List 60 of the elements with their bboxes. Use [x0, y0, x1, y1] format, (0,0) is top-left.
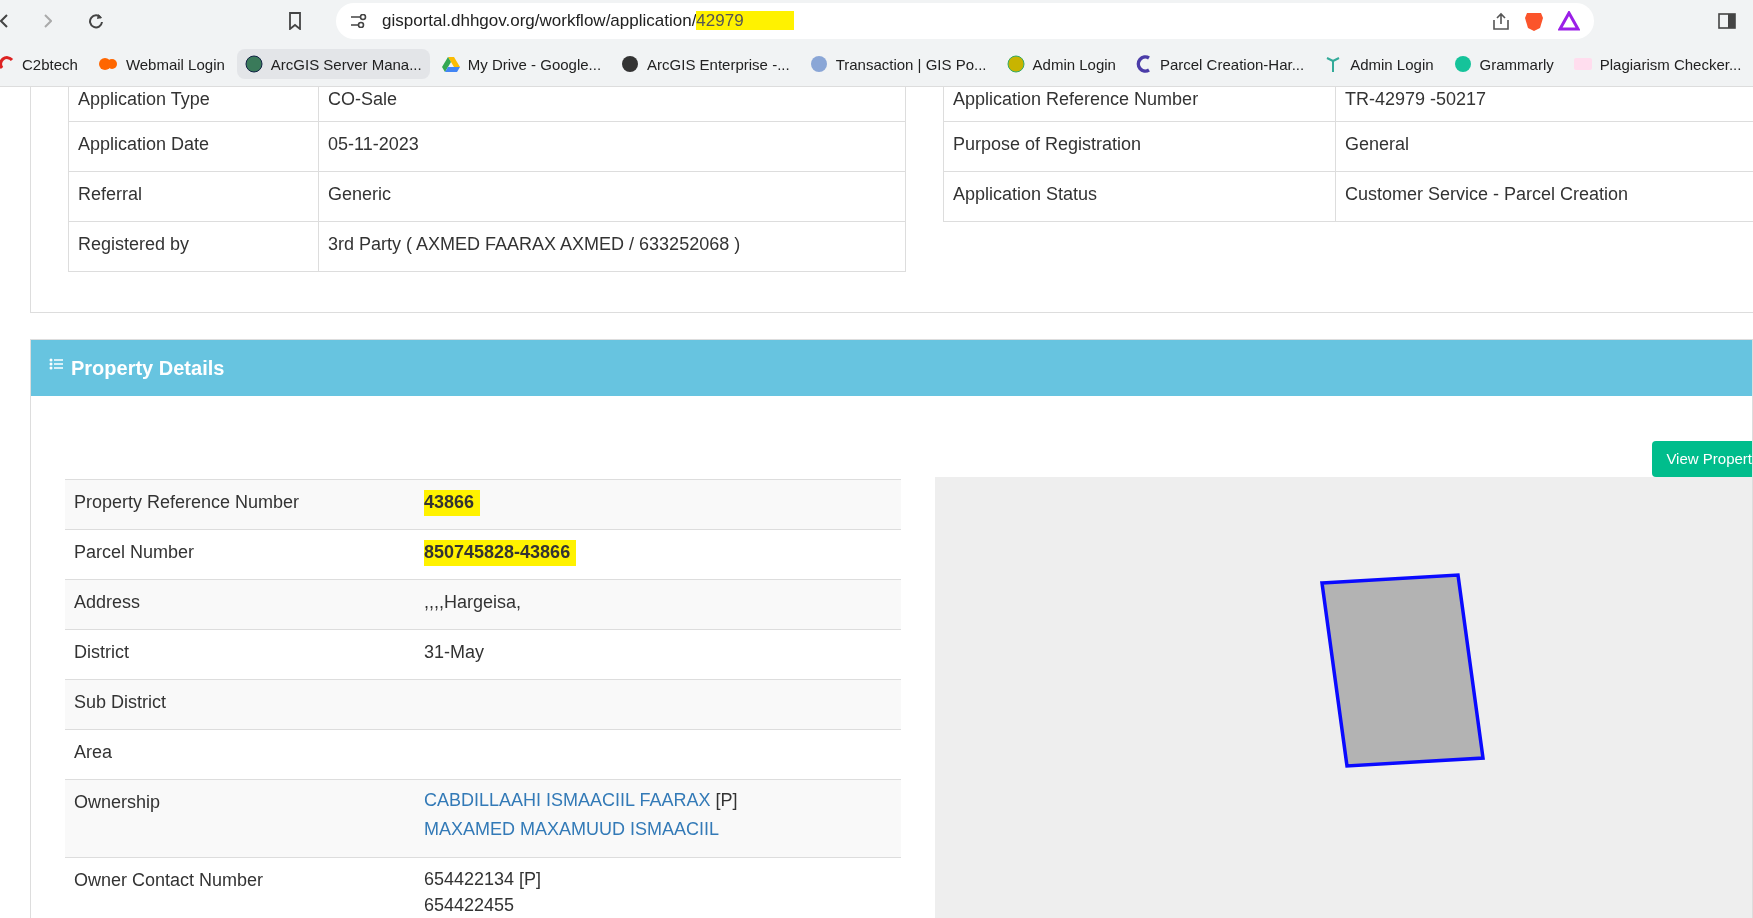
table-cell-text: 05-11-2023 — [327, 133, 420, 156]
panel-title: Property Details — [71, 356, 225, 380]
owner-link[interactable]: CABDILLAAHI ISMAACIIL FAARAX — [424, 790, 711, 810]
bookmark-item[interactable]: Admin Login — [1316, 49, 1442, 79]
table-cell: Application Reference Number — [944, 87, 1336, 121]
sidebar-icon[interactable] — [1718, 13, 1736, 29]
bookmark-item[interactable]: C2btech — [0, 49, 86, 79]
bookmark-item[interactable]: Plagiarism Checker... — [1565, 49, 1750, 79]
table-cell: Application Status — [944, 172, 1336, 221]
table-cell: Purpose of Registration — [944, 122, 1336, 171]
table-cell-text: Customer Service - Parcel Creation — [1344, 183, 1630, 206]
bookmark-item[interactable]: My Drive - Google... — [433, 49, 610, 79]
table-cell: 850745828-43866 — [424, 540, 577, 566]
table-cell: Application Type — [69, 87, 319, 121]
bookmark-item[interactable]: Parcel Creation-Har... — [1127, 49, 1313, 79]
table-cell-text: 3rd Party ( AXMED FAARAX AXMED / 633252068 ) — [327, 233, 742, 256]
bookmark-item[interactable]: Transaction | GIS Po... — [801, 49, 995, 79]
bookmark-site-icon — [1453, 55, 1472, 73]
table-cell-text: Generic — [327, 183, 393, 206]
table-cell: Registered by — [69, 222, 319, 271]
contact-number: 654422455 — [424, 894, 516, 917]
bookmark-item[interactable]: ArcGIS Server Mana... — [236, 49, 430, 79]
table-cell-text: Owner Contact Number — [73, 869, 265, 892]
bookmark-item[interactable]: Grammarly — [1445, 49, 1562, 79]
table-cell: 43866 — [424, 490, 481, 516]
table-cell: Application Date — [69, 122, 319, 171]
owner-link[interactable]: MAXAMED MAXAMUUD ISMAACIIL — [424, 819, 720, 839]
lion-shield-icon[interactable] — [1524, 10, 1544, 32]
table-cell-text: Area — [73, 741, 114, 764]
contact-number: 654422134 [P] — [424, 868, 543, 891]
reload-icon[interactable] — [88, 13, 104, 29]
bookmark-site-icon — [441, 56, 460, 72]
bookmark-site-icon — [809, 55, 828, 73]
table-cell-text: General — [1344, 133, 1411, 156]
table-cell-text: Parcel Number — [73, 541, 196, 564]
table-cell-text: Address — [73, 591, 142, 614]
table-cell: Referral — [69, 172, 319, 221]
back-icon[interactable] — [0, 14, 8, 28]
bookmark-item[interactable]: Webmail Login — [89, 49, 233, 79]
table-cell: ,,,,Hargeisa, — [424, 592, 522, 612]
table-cell-text: District — [73, 641, 130, 664]
site-settings-icon[interactable] — [350, 14, 368, 28]
bookmark-site-icon — [244, 55, 263, 73]
table-cell-text: CO-Sale — [327, 88, 399, 111]
bookmark-item[interactable]: ArcGIS Enterprise -... — [613, 49, 798, 79]
triangle-icon[interactable] — [1558, 11, 1580, 31]
bookmark-site-icon — [97, 56, 118, 72]
bookmark-site-icon — [1006, 55, 1025, 73]
bookmark-item[interactable]: Admin Login — [998, 49, 1124, 79]
share-icon[interactable] — [1492, 12, 1510, 30]
list-icon — [49, 358, 63, 370]
table-cell-text: Sub District — [73, 691, 168, 714]
bookmark-icon[interactable] — [288, 12, 302, 30]
table-cell-text: Ownership — [73, 791, 162, 814]
table-cell-text: TR-42979 -50217 — [1344, 88, 1488, 111]
bookmark-site-icon — [1135, 55, 1152, 73]
owner-tag: [P] — [710, 790, 738, 810]
table-cell-text: Property Reference Number — [73, 491, 301, 514]
bookmark-site-icon — [621, 55, 640, 73]
table-cell: 31-May — [424, 642, 485, 662]
